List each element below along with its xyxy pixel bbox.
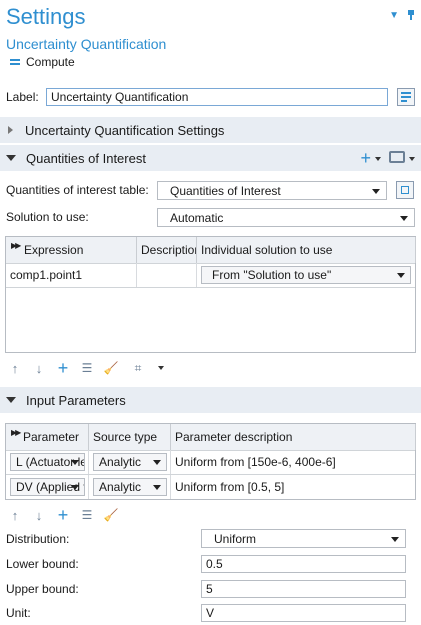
chevron-down-icon[interactable] bbox=[375, 157, 381, 161]
distribution-label: Distribution: bbox=[6, 532, 70, 546]
pin-icon[interactable] bbox=[407, 10, 415, 20]
delete-list-icon[interactable]: ☰ bbox=[80, 360, 94, 376]
column-header-source-type[interactable]: Source type bbox=[89, 424, 171, 450]
column-header-expression[interactable]: ▶▶ Expression bbox=[6, 237, 137, 263]
chevron-down-icon[interactable] bbox=[158, 366, 164, 370]
window-controls: ▼ bbox=[389, 10, 415, 21]
lower-bound-label: Lower bound: bbox=[6, 557, 79, 571]
qoi-table-select[interactable]: Quantities of Interest bbox=[157, 181, 387, 200]
qoi-table-label: Quantities of interest table: bbox=[6, 183, 149, 197]
distribution-select[interactable]: Uniform bbox=[201, 529, 406, 548]
fast-forward-icon: ▶▶ bbox=[11, 241, 21, 250]
clear-table-icon[interactable]: 🧹 bbox=[104, 360, 119, 376]
solution-label: Solution to use: bbox=[6, 210, 89, 224]
table-options-icon[interactable]: ⌗ bbox=[128, 360, 148, 376]
source-type-cell[interactable]: Analytic bbox=[89, 475, 171, 499]
column-header-description[interactable]: Parameter description bbox=[171, 424, 416, 450]
parameter-description-cell[interactable]: Uniform from [0.5, 5] bbox=[171, 475, 416, 499]
column-header-description[interactable]: Description bbox=[137, 237, 197, 263]
section-title: Input Parameters bbox=[26, 392, 126, 408]
add-icon[interactable]: + bbox=[360, 148, 371, 169]
add-icon[interactable]: + bbox=[56, 358, 70, 378]
expand-icon bbox=[8, 126, 13, 134]
node-subtitle: Uncertainty Quantification bbox=[6, 36, 167, 52]
chevron-down-icon bbox=[153, 485, 161, 490]
lower-bound-input[interactable]: 0.5 bbox=[201, 555, 406, 573]
unit-input[interactable]: V bbox=[201, 604, 406, 622]
qoi-table-toolbar: ↑ ↓ + ☰ 🧹 ⌗ bbox=[8, 358, 164, 378]
solution-select[interactable]: Automatic bbox=[157, 208, 415, 227]
chevron-down-icon[interactable]: ▼ bbox=[389, 10, 399, 21]
solution-cell-select[interactable]: From "Solution to use" bbox=[201, 266, 411, 284]
source-type-select[interactable]: Analytic bbox=[93, 453, 167, 471]
table-row[interactable]: L (Actuator length) bbox=[6, 450, 89, 474]
collapse-icon bbox=[6, 155, 16, 161]
clear-table-icon[interactable]: 🧹 bbox=[104, 507, 119, 523]
chevron-down-icon bbox=[372, 189, 380, 194]
label-caption: Label: bbox=[6, 90, 39, 104]
source-type-cell[interactable]: Analytic bbox=[89, 450, 171, 474]
table-row[interactable]: DV (Applied voltage) bbox=[6, 475, 89, 499]
add-icon[interactable]: + bbox=[56, 505, 70, 525]
go-to-table-icon[interactable] bbox=[396, 181, 414, 199]
label-settings-icon[interactable] bbox=[397, 88, 415, 106]
collapse-icon bbox=[6, 397, 16, 403]
compute-label: Compute bbox=[26, 55, 75, 69]
delete-list-icon[interactable]: ☰ bbox=[80, 507, 94, 523]
column-header-solution[interactable]: Individual solution to use bbox=[197, 237, 416, 263]
page-title: Settings bbox=[6, 4, 86, 29]
compute-icon bbox=[10, 59, 20, 65]
move-up-icon[interactable]: ↑ bbox=[8, 360, 22, 376]
parameter-select[interactable]: DV (Applied voltage) bbox=[10, 478, 85, 496]
move-up-icon[interactable]: ↑ bbox=[8, 507, 22, 523]
move-down-icon[interactable]: ↓ bbox=[32, 507, 46, 523]
fast-forward-icon: ▶▶ bbox=[11, 428, 21, 437]
chevron-down-icon bbox=[71, 460, 79, 465]
section-title: Quantities of Interest bbox=[26, 150, 146, 166]
unit-label: Unit: bbox=[6, 606, 31, 620]
chevron-down-icon[interactable] bbox=[409, 157, 415, 161]
table-cell-expression[interactable]: comp1.point1 bbox=[6, 263, 137, 287]
chevron-down-icon bbox=[391, 537, 399, 542]
column-header-parameter[interactable]: ▶▶ Parameter bbox=[6, 424, 89, 450]
table-layout-icon[interactable] bbox=[389, 151, 405, 163]
label-input[interactable]: Uncertainty Quantification bbox=[46, 88, 388, 106]
input-parameters-table: ▶▶ Parameter Source type Parameter descr… bbox=[5, 423, 416, 500]
section-qoi[interactable]: Quantities of Interest + bbox=[0, 145, 421, 171]
input-parameters-toolbar: ↑ ↓ + ☰ 🧹 bbox=[8, 505, 119, 525]
section-title: Uncertainty Quantification Settings bbox=[25, 122, 225, 138]
parameter-select[interactable]: L (Actuator length) bbox=[10, 453, 85, 471]
parameter-description-cell[interactable]: Uniform from [150e-6, 400e-6] bbox=[171, 450, 416, 474]
table-cell-solution[interactable]: From "Solution to use" bbox=[197, 263, 416, 287]
upper-bound-input[interactable]: 5 bbox=[201, 580, 406, 598]
chevron-down-icon bbox=[397, 273, 405, 278]
table-cell-description[interactable] bbox=[137, 263, 197, 287]
compute-button[interactable]: Compute bbox=[10, 55, 75, 69]
label-row: Label: Uncertainty Quantification bbox=[6, 86, 416, 108]
upper-bound-label: Upper bound: bbox=[6, 582, 79, 596]
chevron-down-icon bbox=[71, 485, 79, 490]
qoi-table: ▶▶ Expression Description Individual sol… bbox=[5, 236, 416, 353]
move-down-icon[interactable]: ↓ bbox=[32, 360, 46, 376]
source-type-select[interactable]: Analytic bbox=[93, 478, 167, 496]
section-uq-settings[interactable]: Uncertainty Quantification Settings bbox=[0, 117, 421, 143]
section-input-parameters[interactable]: Input Parameters bbox=[0, 387, 421, 413]
chevron-down-icon bbox=[400, 216, 408, 221]
chevron-down-icon bbox=[153, 460, 161, 465]
